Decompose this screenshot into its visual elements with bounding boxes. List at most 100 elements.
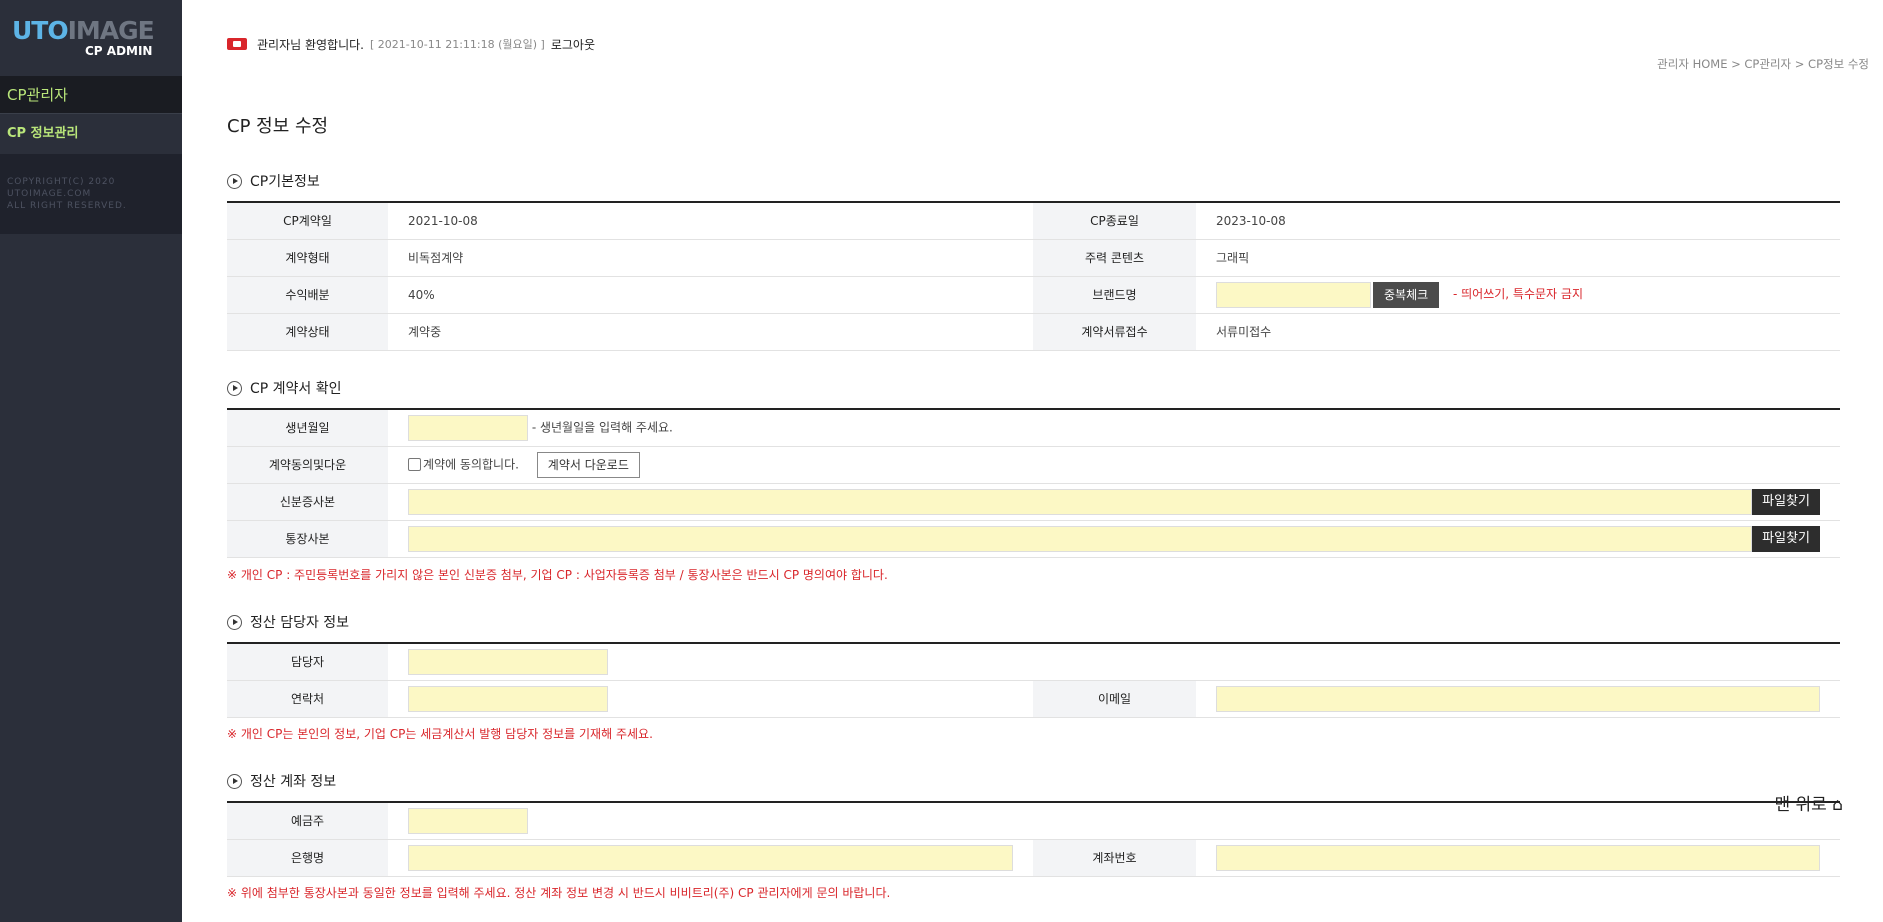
table-row: 신분증사본 파일찾기	[227, 483, 1840, 521]
id-copy-cell: 파일찾기	[388, 483, 1840, 521]
manager-table: 담당자 연락처 이메일	[227, 642, 1840, 718]
value: 그래픽	[1196, 239, 1840, 277]
bank-name-input[interactable]	[408, 844, 1013, 871]
label: 연락처	[227, 680, 388, 718]
birth-input[interactable]	[408, 414, 528, 441]
email-cell	[1196, 680, 1840, 718]
bank-copy-file-input[interactable]	[408, 525, 1753, 552]
account-number-input[interactable]	[1216, 844, 1820, 871]
table-row: CP계약일 2021-10-08 CP종료일 2023-10-08	[227, 202, 1840, 240]
value: 계약중	[388, 313, 1033, 351]
label: 신분증사본	[227, 483, 388, 521]
label: 이메일	[1033, 680, 1196, 718]
birth-cell: - 생년월일을 입력해 주세요.	[388, 409, 1840, 447]
logo-image: IMAGE	[67, 16, 155, 45]
contract-download-button[interactable]: 계약서 다운로드	[536, 451, 640, 478]
section-label: 정산 담당자 정보	[250, 615, 350, 631]
dup-check-button[interactable]: 중복체크	[1373, 281, 1440, 308]
section-contract-title: CP 계약서 확인	[227, 378, 342, 398]
label: 통장사본	[227, 520, 388, 558]
label: 생년월일	[227, 409, 388, 447]
empty-cell	[1196, 802, 1840, 840]
name-cell	[388, 643, 1033, 681]
table-row: 계약상태 계약중 계약서류접수 서류미접수	[227, 313, 1840, 351]
section-account-title: 정산 계좌 정보	[227, 771, 336, 791]
label: 담당자	[227, 643, 388, 681]
value: 40%	[388, 276, 1033, 314]
copyright: COPYRIGHT(C) 2020 UTOIMAGE.COM ALL RIGHT…	[0, 154, 182, 234]
table-row: 통장사본 파일찾기	[227, 520, 1840, 558]
table-row: 연락처 이메일	[227, 680, 1840, 718]
brand-cell: 중복체크 - 띄어쓰기, 특수문자 금지	[1196, 276, 1840, 314]
copyright-line: UTOIMAGE.COM	[7, 189, 92, 199]
birth-hint: - 생년월일을 입력해 주세요.	[531, 420, 673, 435]
empty-cell	[1033, 802, 1196, 840]
value: 2023-10-08	[1196, 202, 1840, 240]
main-content: 관리자님 환영합니다. [ 2021-10-11 21:11:18 (월요일) …	[182, 0, 1883, 922]
notice-icon	[227, 38, 247, 50]
contract-table: 생년월일 - 생년월일을 입력해 주세요. 계약동의및다운 계약에 동의합니다.…	[227, 408, 1840, 558]
top-bar: 관리자님 환영합니다. [ 2021-10-11 21:11:18 (월요일) …	[227, 35, 595, 53]
section-label: CP 계약서 확인	[250, 381, 342, 397]
brand-input[interactable]	[1216, 281, 1371, 308]
docs-status: 서류미접수	[1196, 313, 1840, 351]
empty-cell	[1196, 643, 1840, 681]
holder-cell	[388, 802, 1033, 840]
id-copy-file-input[interactable]	[408, 488, 1753, 515]
table-row: 계약형태 비독점계약 주력 콘텐츠 그래픽	[227, 239, 1840, 277]
account-table: 예금주 은행명 계좌번호	[227, 801, 1840, 877]
page-title: CP 정보 수정	[227, 116, 329, 137]
table-row: 담당자	[227, 643, 1840, 681]
label: 계약동의및다운	[227, 446, 388, 484]
account-note: ※ 위에 첨부한 통장사본과 동일한 정보를 입력해 주세요. 정산 계좌 정보…	[227, 886, 891, 900]
table-row: 수익배분 40% 브랜드명 중복체크 - 띄어쓰기, 특수문자 금지	[227, 276, 1840, 314]
sidebar: UTOIMAGE CP ADMIN CP관리자 CP 정보관리 COPYRIGH…	[0, 0, 182, 922]
breadcrumb: 관리자 HOME > CP관리자 > CP정보 수정	[1657, 57, 1869, 71]
back-to-top-link[interactable]: 맨 위로 ⌂	[1774, 790, 1843, 815]
number-cell	[1196, 839, 1840, 877]
label: 주력 콘텐츠	[1033, 239, 1196, 277]
label: CP종료일	[1033, 202, 1196, 240]
find-file-button[interactable]: 파일찾기	[1752, 488, 1820, 515]
label: 계좌번호	[1033, 839, 1196, 877]
contract-note: ※ 개인 CP : 주민등록번호를 가리지 않은 본인 신분증 첨부, 기업 C…	[227, 568, 888, 582]
label: 계약형태	[227, 239, 388, 277]
section-label: CP기본정보	[250, 174, 320, 190]
play-circle-icon	[227, 773, 242, 789]
find-file-button[interactable]: 파일찾기	[1752, 525, 1820, 552]
bank-cell	[388, 839, 1033, 877]
table-row: 예금주	[227, 802, 1840, 840]
table-row: 은행명 계좌번호	[227, 839, 1840, 877]
label: 계약서류접수	[1033, 313, 1196, 351]
agree-checkbox[interactable]	[408, 458, 421, 471]
logo-uto: UTO	[12, 16, 69, 45]
welcome-text: 관리자님 환영합니다.	[257, 37, 364, 52]
value: 2021-10-08	[388, 202, 1033, 240]
label: 예금주	[227, 802, 388, 840]
manager-email-input[interactable]	[1216, 685, 1820, 712]
table-row: 계약동의및다운 계약에 동의합니다. 계약서 다운로드	[227, 446, 1840, 484]
section-manager-title: 정산 담당자 정보	[227, 612, 349, 632]
section-basic-title: CP기본정보	[227, 171, 320, 191]
copyright-line: COPYRIGHT(C) 2020	[7, 177, 116, 187]
manager-name-input[interactable]	[408, 648, 608, 675]
logo-sub: CP ADMIN	[85, 44, 153, 58]
agree-text[interactable]: 계약에 동의합니다.	[423, 457, 519, 471]
datetime: [ 2021-10-11 21:11:18 (월요일) ]	[370, 38, 545, 51]
label: 브랜드명	[1033, 276, 1196, 314]
label: 계약상태	[227, 313, 388, 351]
label: CP계약일	[227, 202, 388, 240]
logout-link[interactable]: 로그아웃	[551, 36, 595, 53]
logo[interactable]: UTOIMAGE CP ADMIN	[0, 0, 182, 76]
empty-cell	[1033, 643, 1196, 681]
manager-phone-input[interactable]	[408, 685, 608, 712]
sidebar-item-cp-info[interactable]: CP 정보관리	[0, 114, 182, 154]
label: 은행명	[227, 839, 388, 877]
value: 비독점계약	[388, 239, 1033, 277]
sidebar-menu-head[interactable]: CP관리자	[0, 76, 182, 114]
manager-note: ※ 개인 CP는 본인의 정보, 기업 CP는 세금계산서 발행 담당자 정보를…	[227, 727, 653, 741]
label: 수익배분	[227, 276, 388, 314]
play-circle-icon	[227, 380, 242, 396]
play-circle-icon	[227, 614, 242, 630]
account-holder-input[interactable]	[408, 807, 528, 834]
